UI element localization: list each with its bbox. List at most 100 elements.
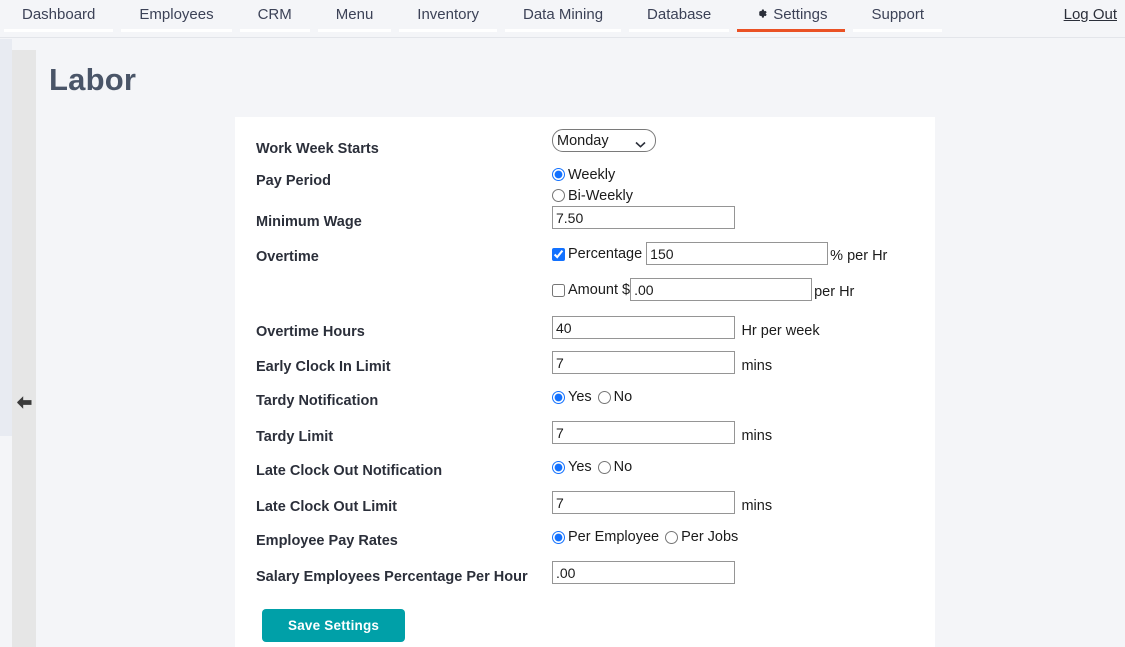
overtime-label: Overtime (235, 241, 552, 267)
form-row-salary-percentage: Salary Employees Percentage Per Hour (235, 561, 935, 596)
salary-percentage-input[interactable] (552, 561, 735, 584)
early-clock-in-limit-label: Early Clock In Limit (235, 351, 552, 377)
form-row-early-clock-in-limit: Early Clock In Limit mins (235, 351, 935, 386)
form-row-minimum-wage: Minimum Wage (235, 206, 935, 241)
minimum-wage-label: Minimum Wage (235, 206, 552, 232)
nav-tab-label: Menu (336, 2, 374, 28)
employee-pay-rates-per-employee[interactable]: Per Employee (552, 529, 659, 545)
nav-tab-support[interactable]: Support (849, 0, 946, 38)
employee-pay-rates-per-jobs-radio[interactable] (665, 531, 678, 544)
form-row-tardy-notification: Tardy Notification Yes No (235, 386, 935, 421)
overtime-amount-input[interactable] (630, 278, 812, 301)
late-clock-out-notification-label: Late Clock Out Notification (235, 456, 552, 481)
late-clock-out-notification-yes-radio[interactable] (552, 461, 565, 474)
work-week-select-wrapper: Sunday Monday Tuesday Wednesday Thursday… (552, 129, 656, 152)
save-settings-button[interactable]: Save Settings (262, 609, 405, 642)
overtime-percentage-checkbox[interactable] (552, 248, 565, 261)
employee-pay-rates-per-employee-radio[interactable] (552, 531, 565, 544)
nav-tab-label: Settings (773, 2, 827, 28)
labor-settings-card: Work Week Starts Sunday Monday Tuesday W… (235, 117, 935, 647)
nav-tab-label: Dashboard (22, 2, 95, 28)
pay-period-option-weekly[interactable]: Weekly (552, 164, 935, 185)
form-row-tardy-limit: Tardy Limit mins (235, 421, 935, 456)
navbar-divider (0, 37, 1125, 38)
tardy-notification-yes-radio[interactable] (552, 391, 565, 404)
tab-underline-active (737, 29, 845, 32)
overtime-amount-label: Amount $ (568, 282, 630, 298)
pay-period-biweekly-label[interactable]: Bi-Weekly (552, 188, 633, 204)
tardy-limit-input[interactable] (552, 421, 735, 444)
nav-tab-crm[interactable]: CRM (236, 0, 314, 38)
tab-underline (399, 29, 497, 32)
work-week-select[interactable]: Sunday Monday Tuesday Wednesday Thursday… (552, 129, 656, 152)
late-clock-out-limit-input[interactable] (552, 491, 735, 514)
late-clock-out-notification-no[interactable]: No (598, 459, 633, 475)
form-row-late-clock-out-notification: Late Clock Out Notification Yes No (235, 456, 935, 491)
overtime-amount-unit: per Hr (814, 284, 854, 300)
tardy-notification-label: Tardy Notification (235, 386, 552, 411)
late-clock-out-notification-options: Yes No (552, 456, 935, 478)
nav-tab-settings[interactable]: Settings (733, 0, 849, 38)
nav-tab-employees[interactable]: Employees (117, 0, 235, 38)
tardy-notification-options: Yes No (552, 386, 935, 408)
labor-settings-form: Work Week Starts Sunday Monday Tuesday W… (235, 117, 935, 642)
employee-pay-rates-options: Per Employee Per Jobs (552, 526, 935, 548)
sidebar-collapse-toggle[interactable] (12, 384, 36, 420)
form-row-employee-pay-rates: Employee Pay Rates Per Employee Per Jobs (235, 526, 935, 561)
overtime-hours-unit: Hr per week (741, 323, 819, 339)
tab-underline (4, 29, 113, 32)
early-clock-in-limit-input[interactable] (552, 351, 735, 374)
late-clock-out-notification-yes[interactable]: Yes (552, 459, 592, 475)
nav-tab-data-mining[interactable]: Data Mining (501, 0, 625, 38)
minimum-wage-input[interactable] (552, 206, 735, 229)
pay-period-biweekly-radio[interactable] (552, 189, 565, 202)
nav-tab-list: Dashboard Employees CRM Menu Inventory D… (0, 0, 946, 38)
tardy-limit-unit: mins (741, 428, 772, 444)
page-title: Labor (49, 62, 136, 98)
gear-icon (755, 3, 768, 29)
tab-underline (240, 29, 310, 32)
sidebar (0, 39, 36, 647)
tardy-notification-yes[interactable]: Yes (552, 389, 592, 405)
nav-tab-label: Data Mining (523, 2, 603, 28)
tardy-limit-label: Tardy Limit (235, 421, 552, 447)
overtime-hours-input[interactable] (552, 316, 735, 339)
form-row-overtime-hours: Overtime Hours Hr per week (235, 316, 935, 351)
nav-tab-dashboard[interactable]: Dashboard (0, 0, 117, 38)
pay-period-option-biweekly[interactable]: Bi-Weekly (552, 185, 935, 206)
late-clock-out-limit-unit: mins (741, 498, 772, 514)
nav-tab-label: CRM (258, 2, 292, 28)
tab-underline (318, 29, 392, 32)
overtime-amount-line: Amount $ per Hr (552, 277, 935, 302)
top-navbar: Dashboard Employees CRM Menu Inventory D… (0, 0, 1125, 38)
overtime-percentage-unit: % per Hr (830, 248, 887, 264)
overtime-percentage-label: Percentage (568, 246, 642, 262)
logout-link[interactable]: Log Out (1064, 2, 1117, 28)
nav-tab-label: Employees (139, 2, 213, 28)
overtime-amount-checkbox[interactable] (552, 284, 565, 297)
tardy-notification-no[interactable]: No (598, 389, 633, 405)
late-clock-out-limit-label: Late Clock Out Limit (235, 491, 552, 517)
form-row-overtime: Overtime Percentage % per Hr Amount $ pe… (235, 241, 935, 302)
nav-tab-label: Database (647, 2, 711, 28)
form-row-work-week-starts: Work Week Starts Sunday Monday Tuesday W… (235, 129, 935, 164)
employee-pay-rates-per-jobs[interactable]: Per Jobs (665, 529, 738, 545)
nav-tab-database[interactable]: Database (625, 0, 733, 38)
pay-period-weekly-radio[interactable] (552, 168, 565, 181)
nav-tab-label: Inventory (417, 2, 479, 28)
work-week-starts-label: Work Week Starts (235, 129, 552, 159)
form-row-pay-period: Pay Period Weekly Bi-Weekly (235, 164, 935, 206)
tab-underline (629, 29, 729, 32)
employee-pay-rates-label: Employee Pay Rates (235, 526, 552, 551)
tab-underline (853, 29, 942, 32)
late-clock-out-notification-no-radio[interactable] (598, 461, 611, 474)
tab-underline (121, 29, 231, 32)
tardy-notification-no-radio[interactable] (598, 391, 611, 404)
tab-underline (505, 29, 621, 32)
nav-tab-menu[interactable]: Menu (314, 0, 396, 38)
nav-tab-inventory[interactable]: Inventory (395, 0, 501, 38)
form-row-late-clock-out-limit: Late Clock Out Limit mins (235, 491, 935, 526)
overtime-percentage-input[interactable] (646, 242, 828, 265)
pay-period-weekly-label[interactable]: Weekly (552, 167, 615, 183)
save-settings-row: Save Settings (235, 596, 935, 642)
